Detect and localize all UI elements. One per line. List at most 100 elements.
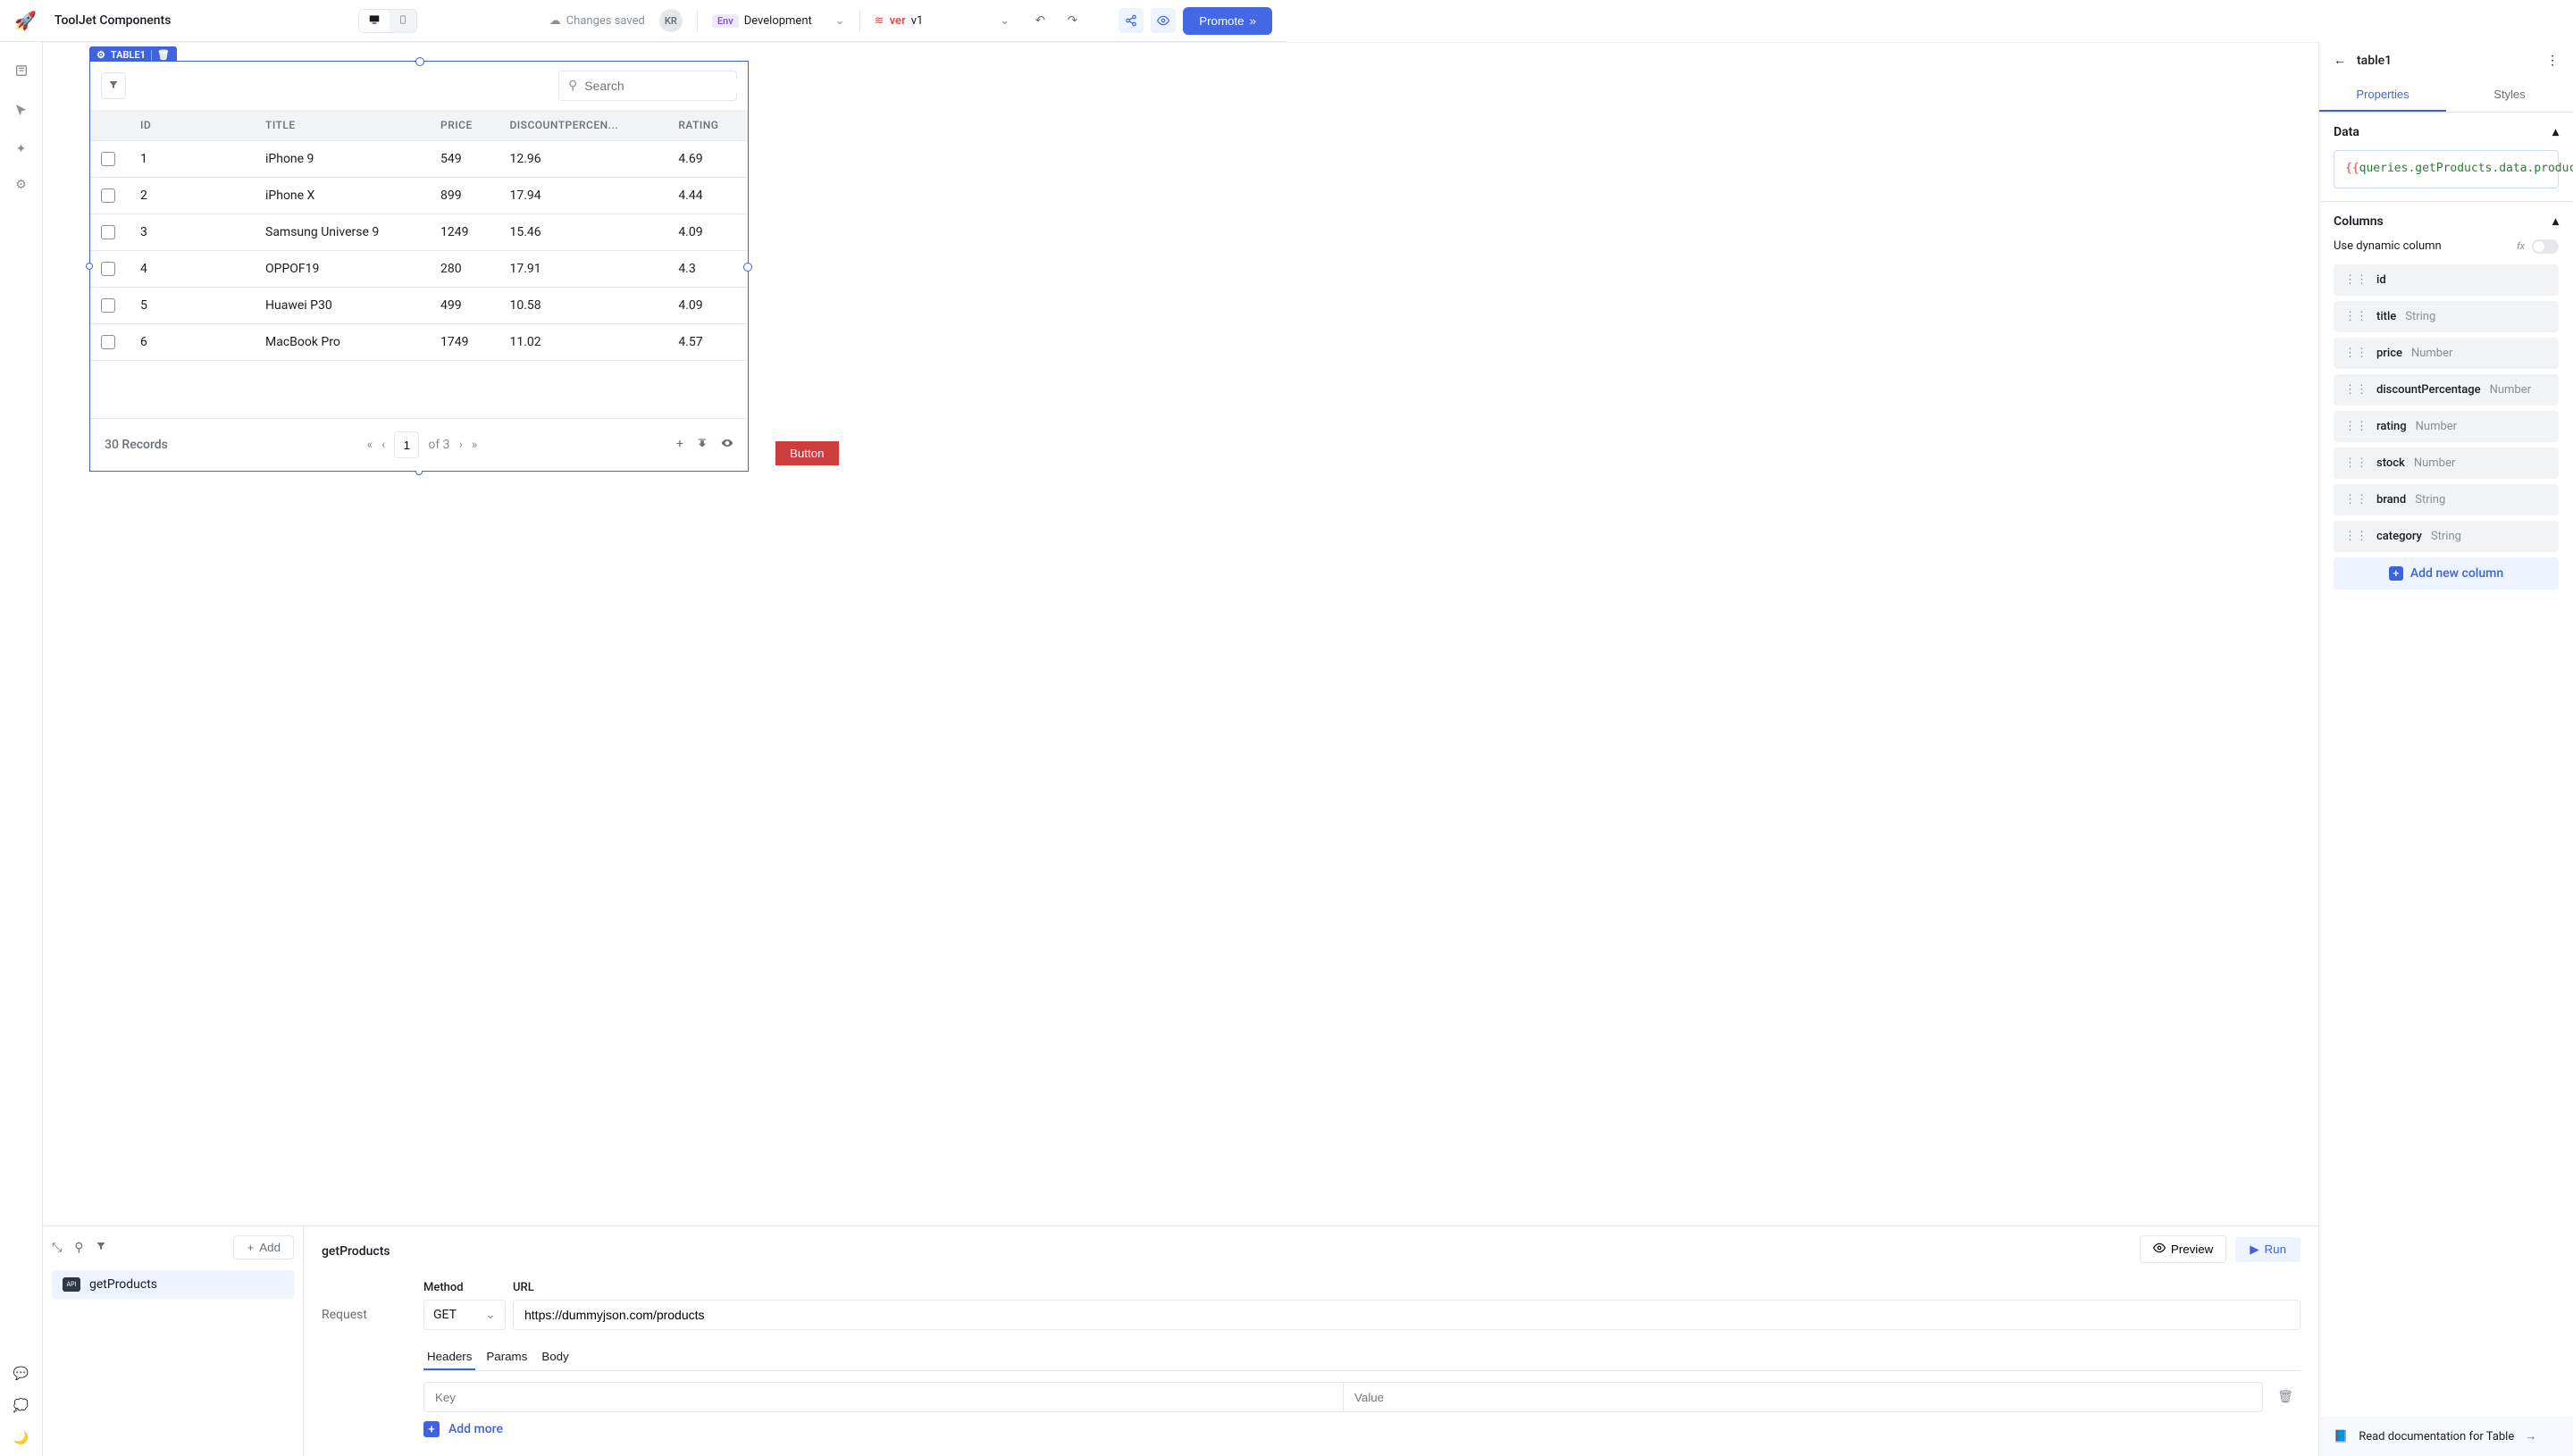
first-page-icon[interactable]: «	[367, 438, 373, 452]
search-box[interactable]: ⚲	[558, 71, 737, 101]
column-item[interactable]: ⋮⋮ id	[2334, 264, 2559, 296]
drag-icon[interactable]: ⋮⋮	[2344, 310, 2368, 323]
column-item[interactable]: ⋮⋮ rating Number	[2334, 411, 2559, 442]
row-checkbox[interactable]	[101, 188, 115, 203]
run-query-button[interactable]: ▶ Run	[2235, 1237, 2301, 1262]
app-title: ToolJet Components	[54, 13, 172, 28]
comment-icon[interactable]: 💭	[13, 1399, 29, 1413]
avatar[interactable]: KR	[659, 9, 683, 32]
method-select[interactable]: GET ⌄	[423, 1300, 506, 1330]
add-query-button[interactable]: + Add	[233, 1235, 294, 1259]
preview-query-button[interactable]: Preview	[2140, 1235, 2226, 1263]
search-input[interactable]	[584, 79, 746, 93]
col-header[interactable]: PRICE	[430, 110, 499, 141]
visibility-icon[interactable]	[721, 437, 733, 453]
col-header[interactable]: DISCOUNTPERCEN...	[499, 110, 667, 141]
dynamic-column-toggle[interactable]	[2532, 239, 2559, 254]
redo-button[interactable]: ↷	[1060, 8, 1085, 33]
table-row[interactable]: 4 OPPOF19 280 17.91 4.3	[90, 251, 748, 288]
inspector-icon[interactable]	[14, 103, 29, 121]
table-row[interactable]: 2 iPhone X 899 17.94 4.44	[90, 178, 748, 214]
drag-icon[interactable]: ⋮⋮	[2344, 420, 2368, 433]
undo-button[interactable]: ↶	[1027, 8, 1052, 33]
col-header[interactable]: ID	[130, 110, 255, 141]
tab-properties[interactable]: Properties	[2319, 79, 2446, 112]
collapse-icon[interactable]: ▴	[2552, 125, 2559, 139]
drag-icon[interactable]: ⋮⋮	[2344, 347, 2368, 360]
drag-icon[interactable]: ⋮⋮	[2344, 383, 2368, 397]
delete-row-icon[interactable]: 🗑	[2270, 1382, 2301, 1412]
trash-icon[interactable]: 🗑	[157, 49, 170, 61]
chevron-down-icon: ⌄	[1000, 14, 1010, 28]
env-selector[interactable]: Env Development ⌄	[712, 14, 845, 28]
panel-header: ← table1 ⋮	[2319, 42, 2573, 79]
back-icon[interactable]: ←	[2334, 53, 2346, 68]
theme-icon[interactable]: 🌙	[13, 1431, 29, 1445]
preview-button[interactable]	[1151, 8, 1176, 33]
pages-icon[interactable]	[14, 63, 29, 81]
column-item[interactable]: ⋮⋮ discountPercentage Number	[2334, 374, 2559, 406]
table-row[interactable]: 6 MacBook Pro 1749 11.02 4.57	[90, 324, 748, 361]
logo-icon[interactable]: 🚀	[14, 10, 37, 31]
add-more-button[interactable]: + Add more	[423, 1421, 2301, 1437]
drag-icon[interactable]: ⋮⋮	[2344, 273, 2368, 287]
filter-icon[interactable]	[96, 1241, 106, 1255]
chat-icon[interactable]: 💬	[13, 1367, 29, 1381]
add-column-button[interactable]: + Add new column	[2334, 557, 2559, 590]
filter-button[interactable]	[101, 72, 126, 99]
col-header[interactable]: TITLE	[255, 110, 430, 141]
dynamic-column-row: Use dynamic column fx	[2334, 239, 2559, 254]
table-row[interactable]: 1 iPhone 9 549 12.96 4.69	[90, 141, 748, 178]
drag-icon[interactable]: ⋮⋮	[2344, 456, 2368, 470]
canvas-button-widget[interactable]: Button	[775, 441, 839, 465]
table-row[interactable]: 5 Huawei P30 499 10.58 4.09	[90, 288, 748, 324]
row-checkbox[interactable]	[101, 335, 115, 349]
column-item[interactable]: ⋮⋮ category String	[2334, 521, 2559, 552]
more-icon[interactable]: ⋮	[2546, 54, 2559, 68]
version-selector[interactable]: ≋ ver v1 ⌄	[875, 14, 1010, 28]
column-item[interactable]: ⋮⋮ stock Number	[2334, 448, 2559, 479]
drag-icon[interactable]: ⋮⋮	[2344, 530, 2368, 543]
tab-body[interactable]: Body	[538, 1344, 572, 1370]
table-row[interactable]: 3 Samsung Universe 9 1249 15.46 4.09	[90, 214, 748, 251]
doc-link[interactable]: 📘 Read documentation for Table →	[2319, 1417, 2573, 1456]
row-checkbox[interactable]	[101, 262, 115, 276]
column-item[interactable]: ⋮⋮ brand String	[2334, 484, 2559, 515]
url-input[interactable]	[513, 1300, 2301, 1330]
column-item[interactable]: ⋮⋮ title String	[2334, 301, 2559, 332]
download-icon[interactable]	[696, 437, 708, 453]
collapse-icon[interactable]: ⤡	[52, 1241, 62, 1255]
query-name[interactable]: getProducts	[322, 1244, 390, 1259]
next-page-icon[interactable]: ›	[459, 438, 463, 452]
query-item[interactable]: API getProducts	[52, 1270, 294, 1299]
table-component[interactable]: ⚲ ID TITLE PRICE DISCOUNTPERCEN... RATIN…	[89, 61, 749, 472]
canvas[interactable]: ⚙ TABLE1 🗑 ⚲ ID TITLE PRICE DIS	[43, 42, 2318, 1226]
tab-styles[interactable]: Styles	[2446, 79, 2573, 112]
row-checkbox[interactable]	[101, 152, 115, 166]
prev-page-icon[interactable]: ‹	[381, 438, 385, 452]
collapse-icon[interactable]: ▴	[2552, 214, 2559, 229]
tab-params[interactable]: Params	[482, 1344, 531, 1370]
last-page-icon[interactable]: »	[472, 438, 478, 452]
fx-badge[interactable]: fx	[2517, 240, 2525, 252]
add-row-icon[interactable]: +	[676, 437, 683, 453]
settings-icon[interactable]: ⚙	[15, 178, 27, 192]
col-header[interactable]: RATING	[667, 110, 748, 141]
left-sidebar: ✦ ⚙ 💬 💭 🌙	[0, 42, 43, 1456]
row-checkbox[interactable]	[101, 225, 115, 239]
data-expression-input[interactable]: {{queries.getProducts.data.products}}	[2334, 150, 2559, 188]
debugger-icon[interactable]: ✦	[16, 142, 27, 156]
search-icon[interactable]: ⚲	[74, 1241, 83, 1255]
header-key-input[interactable]	[423, 1382, 1344, 1412]
desktop-view-button[interactable]	[359, 10, 390, 32]
share-button[interactable]	[1119, 8, 1144, 33]
tab-headers[interactable]: Headers	[423, 1344, 475, 1370]
column-item[interactable]: ⋮⋮ price Number	[2334, 338, 2559, 369]
drag-icon[interactable]: ⋮⋮	[2344, 493, 2368, 506]
page-input[interactable]	[394, 431, 419, 458]
mobile-view-button[interactable]	[390, 10, 416, 32]
header-value-input[interactable]	[1344, 1382, 2263, 1412]
promote-button[interactable]: Promote »	[1183, 7, 1272, 35]
resize-handle[interactable]	[86, 263, 93, 270]
row-checkbox[interactable]	[101, 298, 115, 313]
